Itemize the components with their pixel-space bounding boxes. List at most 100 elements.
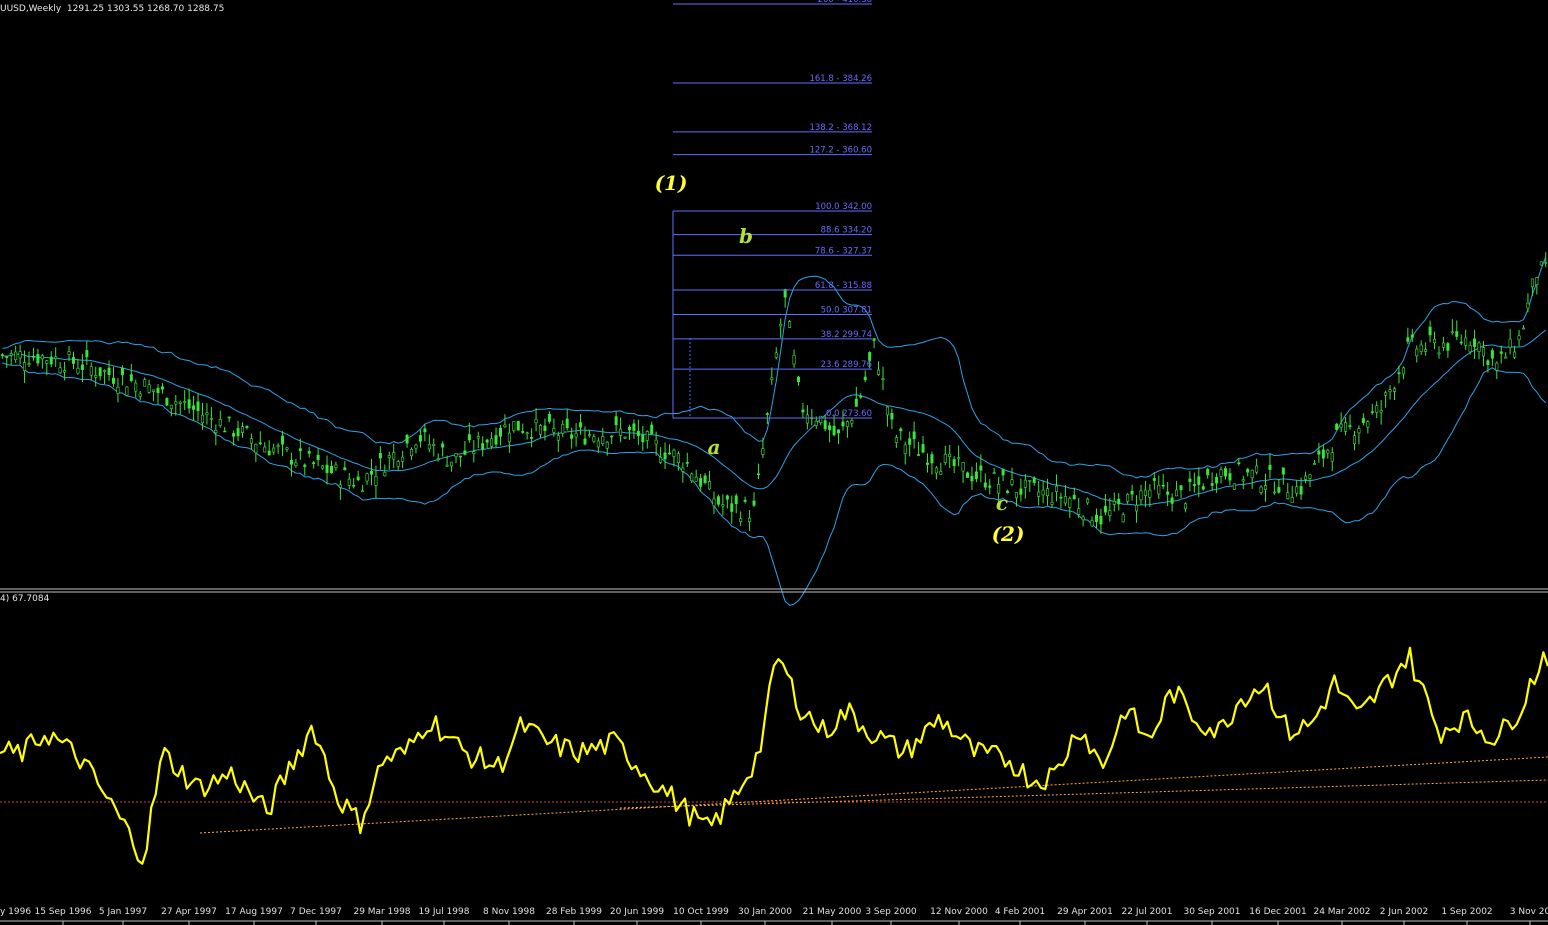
candle-body (1054, 485, 1058, 492)
candle-body (485, 439, 489, 443)
candle-body (1464, 337, 1468, 346)
price-chart[interactable]: 200 - 410.38 161.8 - 384.26 138.2 - 368.12… (0, 0, 1548, 925)
candle-body (218, 419, 222, 426)
time-axis-label: 30 Sep 2001 (1183, 907, 1240, 917)
candle-body (316, 454, 320, 460)
wave-label: b (739, 224, 753, 248)
candle-body (94, 375, 98, 378)
candle-body (1406, 337, 1410, 342)
candle-body (1241, 479, 1245, 482)
candle-body (552, 428, 556, 433)
candle-body (236, 428, 240, 437)
time-axis-label: 3 Sep 2000 (865, 907, 917, 917)
time-axis-label: y 1996 (0, 907, 31, 917)
candle-body (31, 356, 35, 358)
candle-body (1375, 405, 1379, 413)
candle-body (1424, 349, 1428, 352)
candle-body (1197, 476, 1201, 485)
candle-body (387, 455, 391, 459)
candle-body (378, 453, 382, 459)
candle-body (1219, 469, 1223, 477)
candle-body (129, 374, 133, 381)
candle-body (1428, 326, 1432, 336)
candle-body (837, 429, 841, 434)
candle-body (525, 432, 529, 435)
candle-body (1272, 491, 1276, 494)
time-axis-label: 4 Feb 2001 (995, 907, 1045, 917)
candle-body (1544, 261, 1548, 264)
candle-body (921, 444, 925, 453)
candle-body (258, 442, 262, 445)
candle-body (1099, 515, 1103, 525)
candle-body (120, 367, 124, 376)
candle-body (725, 495, 729, 500)
candle-body (819, 415, 823, 423)
fib-level-label: 50.0 307.81 (821, 305, 872, 315)
candle-body (805, 414, 809, 424)
candle-body (654, 439, 658, 445)
candle-body (1410, 334, 1414, 338)
candle-body (18, 351, 22, 359)
candle-body (672, 449, 676, 457)
candle-body (1037, 491, 1041, 497)
candle-body (1450, 331, 1454, 334)
candle-body (294, 462, 298, 466)
candle-body (458, 455, 462, 458)
candle-body (307, 451, 311, 454)
fibonacci-retracement[interactable]: 200 - 410.38 161.8 - 384.26 138.2 - 368.12… (672, 0, 872, 419)
candle-body (9, 353, 13, 356)
candle-body (1121, 514, 1125, 523)
candle-body (596, 440, 600, 448)
candle-body (5, 356, 9, 358)
candle-body (1495, 362, 1499, 371)
candle-body (681, 467, 685, 472)
candle-body (396, 461, 400, 467)
candle-body (859, 396, 863, 398)
candle-body (125, 386, 129, 396)
candle-body (605, 441, 609, 449)
candle-body (1321, 449, 1325, 459)
candle-body (192, 405, 196, 410)
candle-body (592, 436, 596, 442)
candle-body (200, 414, 204, 424)
candle-body (765, 413, 769, 415)
candle-body (1526, 302, 1530, 309)
candle-body (979, 465, 983, 471)
candle-body (788, 321, 792, 328)
candle-body (205, 412, 209, 416)
candle-body (752, 500, 756, 506)
candle-body (1499, 351, 1503, 354)
time-axis-label: 29 Apr 2001 (1057, 907, 1113, 917)
candle-body (1001, 469, 1005, 476)
candle-body (423, 428, 427, 433)
candle-body (1344, 422, 1348, 432)
candle-body (530, 437, 534, 439)
candle-body (369, 470, 373, 475)
candle-body (1388, 389, 1392, 393)
candle-body (1317, 450, 1321, 455)
candle-body (1433, 338, 1437, 344)
candle-body (267, 450, 271, 456)
candle-body (1050, 501, 1054, 505)
candle-body (659, 457, 663, 463)
candle-body (1201, 486, 1205, 490)
candle-body (249, 438, 253, 444)
candle-body (565, 418, 569, 429)
candle-body (983, 482, 987, 488)
candle-body (547, 413, 551, 422)
candle-body (80, 364, 84, 370)
candle-body (1295, 486, 1299, 494)
candle-body (1473, 338, 1477, 347)
candle-body (71, 357, 75, 364)
candle-body (1086, 498, 1090, 504)
candle-body (503, 424, 507, 428)
time-axis-label: 1 Sep 2002 (1441, 907, 1492, 917)
time-axis: y 1996 15 Sep 1996 5 Jan 1997 27 Apr 1997 17… (0, 907, 1548, 925)
candle-body (1366, 421, 1370, 428)
candle-body (112, 377, 116, 384)
candle-body (312, 462, 316, 465)
fib-level-label: 61.8 - 315.88 (815, 281, 872, 291)
candle-body (668, 452, 672, 455)
candle-body (138, 393, 142, 397)
candle-body (1308, 474, 1312, 479)
